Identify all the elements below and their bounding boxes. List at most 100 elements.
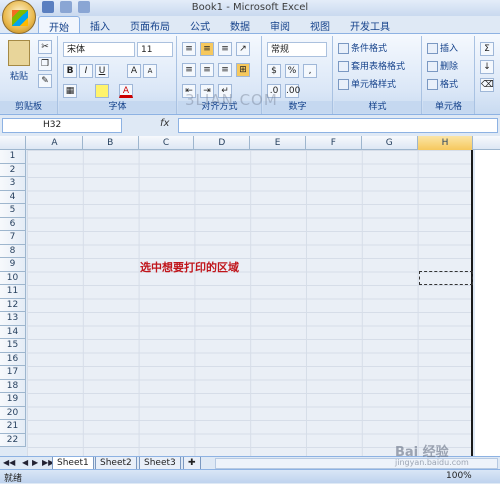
quick-access-toolbar	[42, 1, 90, 13]
row-header[interactable]: 17	[0, 366, 26, 380]
row-header[interactable]: 20	[0, 406, 26, 420]
clear-icon[interactable]: ⌫	[480, 78, 494, 92]
copy-marquee-cell[interactable]	[419, 271, 473, 285]
tab-home[interactable]: 开始	[38, 16, 80, 34]
row-header[interactable]: 5	[0, 204, 26, 218]
row-header[interactable]: 22	[0, 433, 26, 447]
row-header[interactable]: 19	[0, 393, 26, 407]
format-painter-icon[interactable]: ✎	[38, 74, 52, 88]
fx-icon[interactable]: fx	[160, 118, 169, 129]
prev-sheet-icon[interactable]: ◀	[22, 458, 28, 467]
column-header[interactable]: B	[83, 136, 139, 150]
row-header[interactable]: 21	[0, 420, 26, 434]
align-center-icon[interactable]: ≡	[200, 63, 214, 77]
tab-data[interactable]: 数据	[220, 16, 260, 33]
underline-button[interactable]: U	[95, 64, 109, 78]
shrink-font-button[interactable]: A	[143, 64, 157, 78]
row-header[interactable]: 3	[0, 177, 26, 191]
column-header[interactable]: E	[250, 136, 306, 150]
column-header[interactable]: H	[417, 136, 474, 150]
row-header[interactable]: 18	[0, 379, 26, 393]
tab-review[interactable]: 审阅	[260, 16, 300, 33]
bold-button[interactable]: B	[63, 64, 77, 78]
unselected-column-area[interactable]	[475, 150, 500, 456]
row-header[interactable]: 9	[0, 258, 26, 272]
select-all-corner[interactable]	[0, 136, 26, 150]
row-header[interactable]: 1	[0, 150, 26, 164]
format-icon	[427, 79, 438, 90]
row-header[interactable]: 11	[0, 285, 26, 299]
paste-button[interactable]: 粘贴	[10, 70, 28, 84]
format-cells-button[interactable]: 格式	[427, 78, 458, 92]
font-size-select[interactable]: 11	[137, 42, 173, 57]
italic-button[interactable]: I	[79, 64, 93, 78]
currency-icon[interactable]: $	[267, 64, 281, 78]
cells-group: 插入 删除 格式 单元格	[423, 36, 475, 114]
font-group: 宋体 11 B I U A A ▦ A 字体	[59, 36, 177, 114]
tab-formulas[interactable]: 公式	[180, 16, 220, 33]
zoom-level[interactable]: 100%	[446, 471, 472, 481]
watermark-url: jingyan.baidu.com	[395, 458, 469, 467]
tab-insert[interactable]: 插入	[80, 16, 120, 33]
column-header[interactable]: C	[139, 136, 195, 150]
column-header[interactable]: G	[362, 136, 418, 150]
sum-icon[interactable]: Σ	[480, 42, 494, 56]
row-header[interactable]: 4	[0, 190, 26, 204]
redo-icon[interactable]	[78, 1, 90, 13]
name-box[interactable]: H32	[2, 118, 122, 133]
border-icon[interactable]: ▦	[63, 84, 77, 98]
insert-cells-button[interactable]: 插入	[427, 42, 458, 56]
align-top-icon[interactable]: ≡	[182, 42, 196, 56]
row-header[interactable]: 13	[0, 312, 26, 326]
delete-cells-button[interactable]: 删除	[427, 60, 458, 74]
cell-grid[interactable]	[27, 150, 473, 456]
merge-cells-icon[interactable]: ⊞	[236, 63, 250, 77]
row-header[interactable]: 15	[0, 339, 26, 353]
cell-styles-button[interactable]: 单元格样式	[338, 78, 396, 92]
align-bottom-icon[interactable]: ≡	[218, 42, 232, 56]
cells-label: 单元格	[423, 101, 474, 113]
row-header[interactable]: 7	[0, 231, 26, 245]
first-sheet-icon[interactable]: ◀◀	[3, 458, 15, 467]
insert-icon	[427, 43, 438, 54]
align-right-icon[interactable]: ≡	[218, 63, 232, 77]
conditional-format-icon	[338, 43, 349, 54]
row-header[interactable]: 8	[0, 244, 26, 258]
undo-icon[interactable]	[60, 1, 72, 13]
orientation-icon[interactable]: ↗	[236, 42, 250, 56]
grow-font-button[interactable]: A	[127, 64, 141, 78]
copy-icon[interactable]: ❐	[38, 57, 52, 71]
next-sheet-icon[interactable]: ▶	[32, 458, 38, 467]
number-format-select[interactable]: 常规	[267, 42, 327, 57]
font-color-button[interactable]: A	[119, 84, 133, 98]
tab-developer[interactable]: 开发工具	[340, 16, 400, 33]
column-header[interactable]: F	[306, 136, 362, 150]
decrease-decimal-icon[interactable]: .00	[285, 84, 300, 98]
row-header[interactable]: 10	[0, 271, 26, 285]
row-header[interactable]: 6	[0, 217, 26, 231]
fill-color-icon[interactable]	[95, 84, 109, 98]
format-as-table-button[interactable]: 套用表格格式	[338, 60, 405, 74]
tab-view[interactable]: 视图	[300, 16, 340, 33]
align-middle-icon[interactable]: ≡	[200, 42, 214, 56]
save-icon[interactable]	[42, 1, 54, 13]
row-header[interactable]: 14	[0, 325, 26, 339]
comma-button[interactable]: ,	[303, 64, 317, 78]
conditional-format-button[interactable]: 条件格式	[338, 42, 387, 56]
tab-page-layout[interactable]: 页面布局	[120, 16, 180, 33]
fill-icon[interactable]: ↓	[480, 60, 494, 74]
column-header[interactable]: D	[194, 136, 251, 150]
delete-icon	[427, 61, 438, 72]
align-left-icon[interactable]: ≡	[182, 63, 196, 77]
row-header[interactable]: 2	[0, 163, 26, 177]
office-button[interactable]	[2, 0, 36, 34]
row-header[interactable]: 12	[0, 298, 26, 312]
font-label: 字体	[59, 101, 176, 113]
percent-button[interactable]: %	[285, 64, 299, 78]
row-header[interactable]: 16	[0, 352, 26, 366]
formula-input[interactable]	[178, 118, 498, 133]
column-header[interactable]: A	[27, 136, 83, 150]
font-name-select[interactable]: 宋体	[63, 42, 135, 57]
cut-icon[interactable]: ✂	[38, 40, 52, 54]
paste-icon[interactable]	[8, 40, 30, 66]
